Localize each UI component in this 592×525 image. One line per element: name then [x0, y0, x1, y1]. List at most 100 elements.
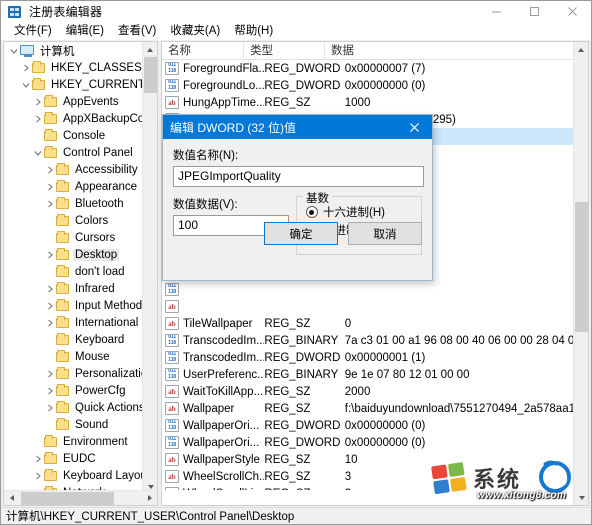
table-row[interactable]: ab WheelScrollLin...REG_SZ3: [162, 485, 573, 490]
list-scroll-down-icon[interactable]: [574, 490, 588, 505]
table-row[interactable]: 011 110 TranscodedIm... REG_BINARY 7a c3 01 …: [162, 332, 573, 349]
folder-icon: [56, 418, 69, 430]
table-row[interactable]: 011 110 ForegroundFla... REG_DWORD 0x0000000…: [162, 60, 573, 77]
chevron-right-icon[interactable]: [32, 467, 44, 484]
value-data: f:\baiduyundownload\7551270494_2a578aa1.…: [344, 402, 573, 415]
menu-favorites[interactable]: 收藏夹(A): [163, 22, 227, 40]
chevron-right-icon[interactable]: [44, 280, 56, 297]
tree-item-mouse[interactable]: Mouse: [4, 348, 143, 365]
chevron-right-icon[interactable]: [44, 161, 56, 178]
tree-item-eudc[interactable]: EUDC: [4, 450, 143, 467]
table-row[interactable]: ab WallpaperStyle REG_SZ 10: [162, 451, 573, 468]
tree-vertical-scrollbar[interactable]: [142, 42, 157, 494]
menu-help[interactable]: 帮助(H): [227, 22, 280, 40]
list-vertical-scrollbar[interactable]: [573, 42, 588, 505]
dialog-buttons: 确定 取消: [264, 222, 422, 245]
tree-item-desktop[interactable]: Desktop: [4, 246, 143, 263]
registry-tree[interactable]: 计算机 HKEY_CLASSES_ROOT HKEY_CURRENT_USER App…: [4, 42, 143, 494]
tree-item-keyboard-layout[interactable]: Keyboard Layout: [4, 467, 143, 484]
list-scroll-thumb[interactable]: [575, 202, 588, 332]
tree-scroll-right-icon[interactable]: [142, 491, 157, 506]
menu-view[interactable]: 查看(V): [111, 22, 163, 40]
tree-item-appxbackupcontenr[interactable]: AppXBackupContenr: [4, 110, 143, 127]
chevron-down-icon[interactable]: [20, 76, 32, 93]
chevron-right-icon[interactable]: [44, 246, 56, 263]
table-row[interactable]: ab: [162, 298, 573, 315]
tree-item-infrared[interactable]: Infrared: [4, 280, 143, 297]
tree-item-hkey-current-user[interactable]: HKEY_CURRENT_USER: [4, 76, 143, 93]
chevron-down-icon[interactable]: [8, 42, 20, 59]
table-row[interactable]: 011 110 UserPreferenc... REG_BINARY 9e 1e 07…: [162, 366, 573, 383]
value-name-input[interactable]: JPEGImportQuality: [173, 166, 424, 187]
tree-item-input-method[interactable]: Input Method: [4, 297, 143, 314]
chevron-right-icon[interactable]: [44, 382, 56, 399]
chevron-right-icon[interactable]: [44, 195, 56, 212]
column-header-1[interactable]: 类型: [244, 42, 325, 60]
tree-hscroll-thumb[interactable]: [21, 491, 114, 505]
tree-hscroll-track[interactable]: [19, 491, 142, 506]
tree-item-appevents[interactable]: AppEvents: [4, 93, 143, 110]
value-name-label: 数值名称(N):: [173, 150, 239, 162]
chevron-right-icon[interactable]: [44, 399, 56, 416]
chevron-right-icon[interactable]: [44, 178, 56, 195]
list-scroll-up-icon[interactable]: [574, 42, 588, 57]
tree-item-cursors[interactable]: Cursors: [4, 229, 143, 246]
minimize-button[interactable]: [477, 1, 515, 22]
tree-item-powercfg[interactable]: PowerCfg: [4, 382, 143, 399]
table-row[interactable]: ab TileWallpaper REG_SZ 0: [162, 315, 573, 332]
table-row[interactable]: ab WaitToKillApp... REG_SZ 2000: [162, 383, 573, 400]
tree-item-label: 计算机: [40, 45, 75, 58]
tree-item-console[interactable]: Console: [4, 127, 143, 144]
value-name: WheelScrollCh...: [183, 470, 265, 483]
tree-item-don-t-load[interactable]: don't load: [4, 263, 143, 280]
menu-edit[interactable]: 编辑(E): [59, 22, 111, 40]
tree-item-hkey-classes-root[interactable]: HKEY_CLASSES_ROOT: [4, 59, 143, 76]
tree-scroll-up-icon[interactable]: [143, 42, 157, 57]
table-row[interactable]: 011 110 TranscodedIm... REG_DWORD 0x00000001…: [162, 349, 573, 366]
table-row[interactable]: 011 110 ForegroundLo... REG_DWORD 0x00000000…: [162, 77, 573, 94]
chevron-right-icon[interactable]: [32, 110, 44, 127]
chevron-down-icon[interactable]: [32, 144, 44, 161]
tree-horizontal-scrollbar[interactable]: [4, 490, 157, 505]
tree-item-sound[interactable]: Sound: [4, 416, 143, 433]
base-group-label: 基数: [302, 190, 332, 206]
chevron-right-icon[interactable]: [44, 297, 56, 314]
chevron-right-icon[interactable]: [44, 314, 56, 331]
table-row[interactable]: ab WheelScrollCh... REG_SZ 3: [162, 468, 573, 485]
value-name: HungAppTime...: [183, 96, 265, 109]
tree-item-bluetooth[interactable]: Bluetooth: [4, 195, 143, 212]
ok-button[interactable]: 确定: [264, 222, 338, 245]
column-header-2[interactable]: 数据: [325, 42, 573, 60]
reg-sz-icon: ab: [165, 385, 179, 398]
dialog-close-button[interactable]: [396, 115, 432, 139]
tree-item-appearance[interactable]: Appearance: [4, 178, 143, 195]
tree-item-accessibility[interactable]: Accessibility: [4, 161, 143, 178]
table-row[interactable]: ab Wallpaper REG_SZ f:\baiduyundownload\755…: [162, 400, 573, 417]
maximize-button[interactable]: [515, 1, 553, 22]
tree-item-personalization[interactable]: Personalization: [4, 365, 143, 382]
column-header-0[interactable]: 名称: [162, 42, 244, 60]
tree-item-label: HKEY_CURRENT_USER: [51, 78, 143, 91]
tree-item-quick-actions[interactable]: Quick Actions: [4, 399, 143, 416]
tree-item--[interactable]: 计算机: [4, 42, 143, 59]
folder-icon: [56, 333, 69, 345]
tree-scroll-left-icon[interactable]: [4, 491, 19, 506]
menu-file[interactable]: 文件(F): [7, 22, 59, 40]
chevron-right-icon[interactable]: [20, 59, 32, 76]
chevron-right-icon[interactable]: [32, 93, 44, 110]
tree-scroll-thumb[interactable]: [144, 57, 157, 93]
tree-item-keyboard[interactable]: Keyboard: [4, 331, 143, 348]
chevron-right-icon[interactable]: [44, 365, 56, 382]
table-row[interactable]: 011 110 WallpaperOri... REG_DWORD 0x00000000…: [162, 417, 573, 434]
tree-item-international[interactable]: International: [4, 314, 143, 331]
table-row[interactable]: 011 110 WallpaperOri... REG_DWORD 0x00000000…: [162, 434, 573, 451]
table-row[interactable]: 011110: [162, 281, 573, 298]
value-data: 0x00000007 (7): [344, 62, 426, 75]
close-button[interactable]: [553, 1, 591, 22]
tree-item-control-panel[interactable]: Control Panel: [4, 144, 143, 161]
tree-item-colors[interactable]: Colors: [4, 212, 143, 229]
tree-item-environment[interactable]: Environment: [4, 433, 143, 450]
table-row[interactable]: ab HungAppTime... REG_SZ 1000: [162, 94, 573, 111]
chevron-right-icon[interactable]: [32, 450, 44, 467]
cancel-button[interactable]: 取消: [348, 222, 422, 245]
